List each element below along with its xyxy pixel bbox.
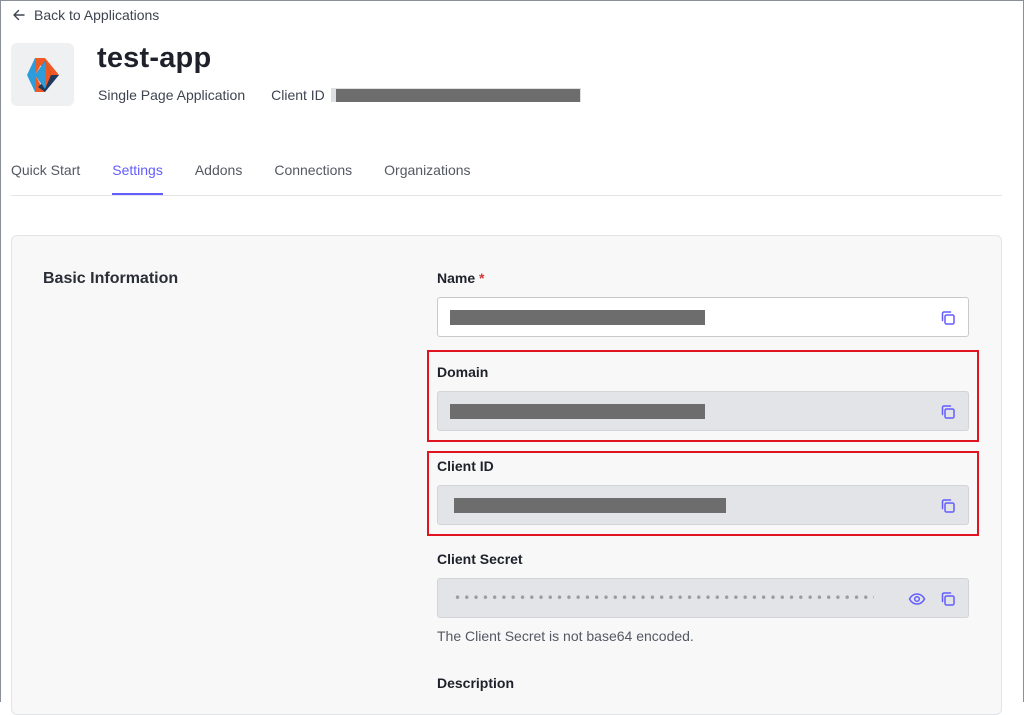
tab-connections[interactable]: Connections (274, 160, 352, 192)
name-label-text: Name (437, 270, 476, 286)
client-secret-masked: ••••••••••••••••••••••••••••••••••••••••… (454, 591, 874, 605)
client-secret-input[interactable]: ••••••••••••••••••••••••••••••••••••••••… (437, 578, 969, 618)
tab-bar: Quick Start Settings Addons Connections … (11, 160, 1002, 196)
app-title: test-app (97, 42, 212, 74)
back-link[interactable]: Back to Applications (12, 7, 159, 23)
name-value-redacted (450, 310, 705, 325)
eye-icon[interactable] (908, 590, 926, 608)
tab-quick-start[interactable]: Quick Start (11, 160, 80, 192)
client-id-highlight-box (427, 451, 979, 536)
domain-highlight-box (427, 350, 979, 442)
app-type: Single Page Application (98, 87, 246, 103)
tab-addons[interactable]: Addons (195, 160, 242, 192)
name-label: Name * (437, 270, 484, 286)
tab-organizations[interactable]: Organizations (384, 160, 470, 192)
description-label: Description (437, 675, 515, 691)
header-client-id-label: Client ID (271, 87, 325, 103)
arrow-left-icon (13, 9, 25, 21)
name-input[interactable] (437, 297, 969, 337)
app-logo (11, 43, 74, 106)
header-client-id-redacted (330, 88, 581, 102)
copy-icon[interactable] (939, 590, 957, 608)
app-meta: Single Page Application Client ID (98, 87, 581, 103)
copy-icon[interactable] (939, 309, 957, 327)
client-secret-hint: The Client Secret is not base64 encoded. (437, 628, 694, 644)
client-secret-label: Client Secret (437, 551, 523, 567)
required-mark: * (479, 270, 485, 286)
back-link-label: Back to Applications (34, 7, 160, 23)
section-title: Basic Information (43, 270, 179, 287)
app-logo-icon (26, 57, 59, 92)
tab-settings[interactable]: Settings (112, 160, 163, 195)
